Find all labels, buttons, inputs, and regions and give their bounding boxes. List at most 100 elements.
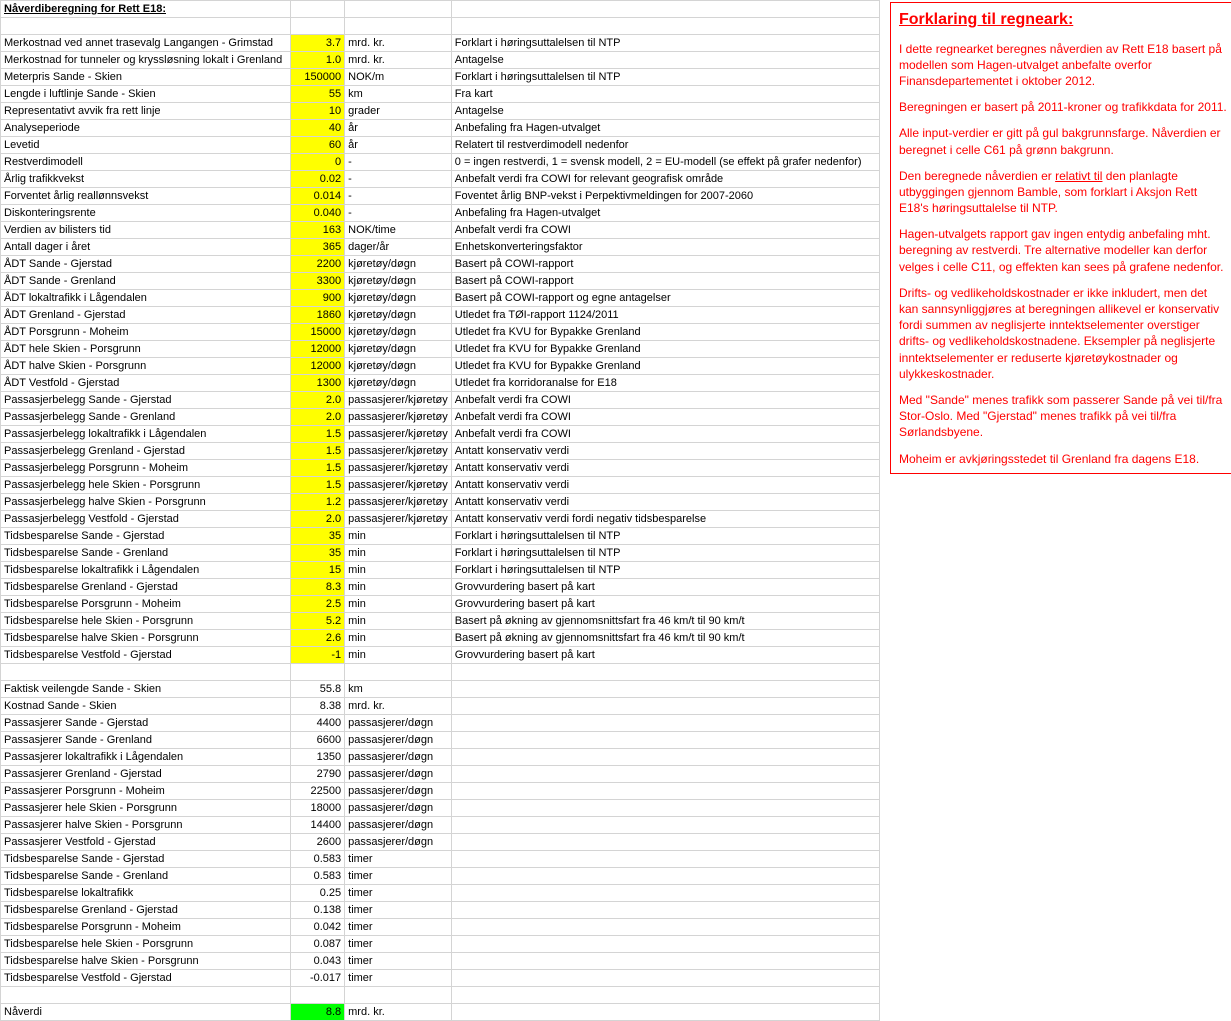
cell-note[interactable] [451,970,879,987]
cell-value[interactable]: 0.043 [291,953,345,970]
cell-unit[interactable]: min [345,613,452,630]
cell-unit[interactable]: år [345,120,452,137]
cell-note[interactable] [451,1,879,18]
cell-label[interactable]: Lengde i luftlinje Sande - Skien [1,86,291,103]
cell-label[interactable]: Merkostnad for tunneler og kryssløsning … [1,52,291,69]
cell-unit[interactable]: passasjerer/kjøretøy [345,426,452,443]
cell-note[interactable]: Anbefalt verdi fra COWI for relevant geo… [451,171,879,188]
cell-label[interactable]: Passasjerbelegg Grenland - Gjerstad [1,443,291,460]
cell-unit[interactable]: mrd. kr. [345,35,452,52]
cell-unit[interactable]: timer [345,919,452,936]
cell-label[interactable]: Passasjerbelegg Vestfold - Gjerstad [1,511,291,528]
cell-note[interactable] [451,783,879,800]
cell-label[interactable]: Meterpris Sande - Skien [1,69,291,86]
cell-label[interactable] [1,987,291,1004]
cell-note[interactable] [451,766,879,783]
cell-note[interactable] [451,851,879,868]
cell-value[interactable]: 2.0 [291,392,345,409]
cell-value[interactable] [291,987,345,1004]
cell-note[interactable]: Utledet fra KVU for Bypakke Grenland [451,358,879,375]
cell-value[interactable]: 12000 [291,358,345,375]
cell-value[interactable]: 0.02 [291,171,345,188]
cell-note[interactable]: Anbefaling fra Hagen-utvalget [451,120,879,137]
cell-unit[interactable] [345,1,452,18]
cell-label[interactable]: ÅDT Sande - Gjerstad [1,256,291,273]
cell-note[interactable]: Anbefalt verdi fra COWI [451,409,879,426]
cell-note[interactable]: Antagelse [451,52,879,69]
cell-note[interactable] [451,919,879,936]
cell-note[interactable]: Forklart i høringsuttalelsen til NTP [451,545,879,562]
cell-unit[interactable] [345,18,452,35]
cell-note[interactable]: Forklart i høringsuttalelsen til NTP [451,528,879,545]
cell-unit[interactable]: timer [345,885,452,902]
cell-label[interactable]: Tidsbesparelse Grenland - Gjerstad [1,579,291,596]
cell-value[interactable]: 60 [291,137,345,154]
cell-unit[interactable]: min [345,596,452,613]
cell-label[interactable]: Levetid [1,137,291,154]
cell-note[interactable]: Utledet fra korridoranalse for E18 [451,375,879,392]
cell-unit[interactable]: min [345,647,452,664]
cell-label[interactable]: Tidsbesparelse Sande - Grenland [1,868,291,885]
cell-value[interactable]: 8.8 [291,1004,345,1021]
cell-note[interactable]: Basert på COWI-rapport [451,273,879,290]
cell-label[interactable]: Passasjerer Sande - Grenland [1,732,291,749]
cell-value[interactable]: 0.25 [291,885,345,902]
cell-unit[interactable]: grader [345,103,452,120]
cell-note[interactable]: Antatt konservativ verdi [451,443,879,460]
cell-label[interactable]: Tidsbesparelse hele Skien - Porsgrunn [1,936,291,953]
cell-label[interactable]: Passasjerbelegg Sande - Grenland [1,409,291,426]
cell-note[interactable]: Forklart i høringsuttalelsen til NTP [451,35,879,52]
cell-note[interactable] [451,885,879,902]
cell-unit[interactable]: passasjerer/døgn [345,817,452,834]
cell-label[interactable]: Tidsbesparelse hele Skien - Porsgrunn [1,613,291,630]
cell-note[interactable]: Anbefalt verdi fra COWI [451,222,879,239]
cell-unit[interactable]: timer [345,953,452,970]
cell-note[interactable] [451,698,879,715]
cell-note[interactable]: Forklart i høringsuttalelsen til NTP [451,562,879,579]
cell-unit[interactable]: min [345,630,452,647]
cell-value[interactable]: 1300 [291,375,345,392]
cell-note[interactable]: Utledet fra KVU for Bypakke Grenland [451,324,879,341]
cell-unit[interactable]: - [345,188,452,205]
cell-value[interactable]: 365 [291,239,345,256]
cell-unit[interactable]: min [345,579,452,596]
cell-value[interactable]: 2790 [291,766,345,783]
cell-unit[interactable]: km [345,681,452,698]
cell-value[interactable]: 0.138 [291,902,345,919]
cell-note[interactable]: Basert på økning av gjennomsnittsfart fr… [451,630,879,647]
cell-note[interactable] [451,953,879,970]
cell-unit[interactable]: passasjerer/kjøretøy [345,511,452,528]
cell-value[interactable] [291,18,345,35]
cell-label[interactable]: Nåverdi [1,1004,291,1021]
cell-unit[interactable]: mrd. kr. [345,698,452,715]
cell-unit[interactable]: - [345,205,452,222]
cell-unit[interactable]: mrd. kr. [345,52,452,69]
cell-note[interactable] [451,834,879,851]
cell-value[interactable]: 18000 [291,800,345,817]
cell-note[interactable]: Basert på COWI-rapport og egne antagelse… [451,290,879,307]
cell-unit[interactable]: NOK/m [345,69,452,86]
cell-unit[interactable]: min [345,562,452,579]
cell-note[interactable]: Antatt konservativ verdi [451,460,879,477]
cell-unit[interactable] [345,987,452,1004]
cell-value[interactable] [291,664,345,681]
cell-label[interactable]: Representativt avvik fra rett linje [1,103,291,120]
cell-unit[interactable]: timer [345,851,452,868]
cell-label[interactable] [1,18,291,35]
cell-label[interactable]: Forventet årlig reallønnsvekst [1,188,291,205]
cell-note[interactable] [451,817,879,834]
cell-value[interactable]: 0.040 [291,205,345,222]
cell-label[interactable]: Tidsbesparelse halve Skien - Porsgrunn [1,953,291,970]
cell-unit[interactable]: - [345,171,452,188]
cell-unit[interactable]: passasjerer/kjøretøy [345,494,452,511]
cell-unit[interactable]: passasjerer/døgn [345,834,452,851]
cell-label[interactable]: ÅDT halve Skien - Porsgrunn [1,358,291,375]
cell-label[interactable]: Tidsbesparelse Porsgrunn - Moheim [1,919,291,936]
cell-label[interactable]: Passasjerer Sande - Gjerstad [1,715,291,732]
cell-value[interactable]: 55.8 [291,681,345,698]
cell-note[interactable]: Antagelse [451,103,879,120]
cell-note[interactable] [451,868,879,885]
cell-label[interactable]: Passasjerer Vestfold - Gjerstad [1,834,291,851]
cell-value[interactable]: 150000 [291,69,345,86]
cell-label[interactable]: Tidsbesparelse Vestfold - Gjerstad [1,970,291,987]
